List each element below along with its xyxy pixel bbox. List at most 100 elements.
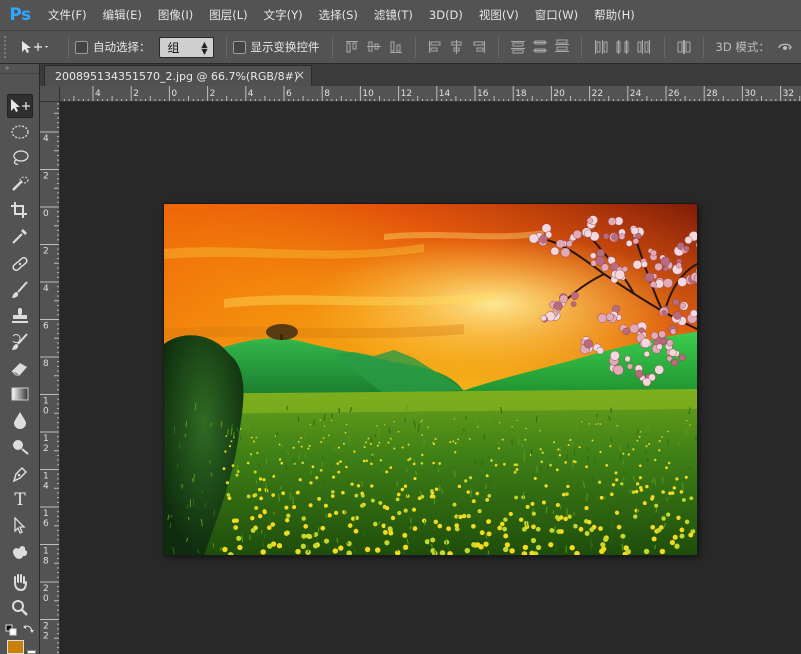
menu-help[interactable]: 帮助(H) <box>586 0 643 31</box>
menu-3d[interactable]: 3D(D) <box>421 0 471 31</box>
align-right-icon[interactable] <box>470 38 488 56</box>
ruler-tick-label: 2 <box>43 444 49 454</box>
clone-stamp-tool[interactable] <box>7 304 33 328</box>
show-transform-label: 显示变换控件 <box>250 40 320 54</box>
separator <box>331 36 333 58</box>
align-hcenter-icon[interactable] <box>448 38 466 56</box>
ruler-tick-label: 2 <box>133 89 139 99</box>
gradient-icon <box>11 387 29 401</box>
auto-align-layers-icon[interactable] <box>675 38 693 56</box>
menu-type[interactable]: 文字(Y) <box>256 0 311 31</box>
dodge-tool[interactable] <box>7 434 33 458</box>
ruler-tick-label: 2 <box>43 247 49 257</box>
align-buttons <box>343 38 405 56</box>
brush-tool[interactable] <box>7 278 33 302</box>
auto-select-dropdown[interactable]: 组 ▲ ▼ <box>158 36 214 58</box>
auto-select-checkbox[interactable] <box>75 40 88 54</box>
ruler-tick-label: 2 <box>43 622 49 632</box>
tools-panel-collapse-icon[interactable]: » <box>0 64 39 74</box>
show-transform-checkbox[interactable] <box>232 40 246 54</box>
path-selection-tool[interactable] <box>7 514 33 538</box>
align-top-icon[interactable] <box>343 38 361 56</box>
ruler-origin[interactable] <box>40 86 60 102</box>
distribute-right-icon[interactable] <box>636 38 654 56</box>
separator <box>702 36 704 58</box>
hand-icon <box>14 574 27 591</box>
separator <box>580 36 582 58</box>
lasso-icon <box>13 150 29 165</box>
ruler-tick-label: 12 <box>401 89 412 99</box>
foreground-color-swatch[interactable] <box>7 640 24 654</box>
crop-tool[interactable] <box>7 198 33 222</box>
menu-image[interactable]: 图像(I) <box>150 0 201 31</box>
distribute-horizontal-buttons <box>592 38 654 56</box>
distribute-hcenter-icon[interactable] <box>614 38 632 56</box>
healing-brush-tool[interactable] <box>7 252 33 276</box>
custom-shape-icon <box>12 546 28 559</box>
distribute-vcenter-icon[interactable] <box>531 38 549 56</box>
menu-file[interactable]: 文件(F) <box>40 0 95 31</box>
gradient-tool[interactable] <box>7 382 33 406</box>
move-tool[interactable] <box>7 94 33 118</box>
ruler-tick-label: 32 <box>783 89 794 99</box>
options-bar: 自动选择： 组 ▲ ▼ 显示变换控件 3D 模式： <box>0 31 801 64</box>
menu-view[interactable]: 视图(V) <box>471 0 527 31</box>
3d-rotate-icon[interactable] <box>776 39 796 55</box>
auto-select-value: 组 <box>167 40 180 55</box>
eraser-tool[interactable] <box>7 356 33 380</box>
distribute-vertical-buttons <box>509 38 571 56</box>
ruler-tick-label: 1 <box>43 434 49 444</box>
lasso-tool[interactable] <box>7 146 33 170</box>
menu-filter[interactable]: 滤镜(T) <box>366 0 421 31</box>
blur-drop-icon <box>14 412 26 429</box>
type-tool[interactable]: T <box>7 488 33 512</box>
3d-mode-label: 3D 模式： <box>715 40 770 54</box>
ruler-tick-label: 2 <box>43 584 49 594</box>
align-bottom-icon[interactable] <box>387 38 405 56</box>
default-colors-icon[interactable] <box>5 624 17 636</box>
distribute-left-icon[interactable] <box>592 38 610 56</box>
close-tab-icon[interactable]: × <box>295 68 305 82</box>
menu-layer[interactable]: 图层(L) <box>201 0 255 31</box>
align-horizontal-buttons <box>426 38 488 56</box>
vertical-ruler[interactable]: 420246810121416182022 <box>40 102 60 654</box>
align-vcenter-icon[interactable] <box>365 38 383 56</box>
separator <box>68 36 69 58</box>
zoom-tool[interactable] <box>7 596 33 620</box>
quick-selection-icon <box>12 176 29 191</box>
eyedropper-tool[interactable] <box>7 224 33 248</box>
bandage-icon <box>12 257 28 271</box>
horizontal-ruler[interactable]: 4 2 0 2 4 6 8 10 12 14 16 18 20 22 24 26 28 30 32 <box>60 86 801 102</box>
history-brush-tool[interactable] <box>7 330 33 354</box>
menu-edit[interactable]: 编辑(E) <box>95 0 150 31</box>
document-tab[interactable]: 200895134351570_2.jpg @ 66.7%(RGB/8#) × <box>44 65 312 86</box>
swap-colors-icon[interactable] <box>22 623 34 635</box>
document-tab-title: 200895134351570_2.jpg @ 66.7%(RGB/8#) <box>55 69 299 83</box>
options-bar-grip[interactable] <box>4 36 12 58</box>
ruler-tick-label: 20 <box>553 89 565 99</box>
distribute-top-icon[interactable] <box>509 38 527 56</box>
quick-selection-tool[interactable] <box>7 172 33 196</box>
hand-tool[interactable] <box>7 570 33 594</box>
align-left-icon[interactable] <box>426 38 444 56</box>
ruler-tick-label: 0 <box>43 594 49 604</box>
landscape-photo <box>164 204 697 555</box>
ruler-tick-label: 1 <box>43 547 49 557</box>
distribute-bottom-icon[interactable] <box>553 38 571 56</box>
ruler-tick-label: 14 <box>439 89 451 99</box>
custom-shape-tool[interactable] <box>7 540 33 564</box>
tool-preset-picker[interactable] <box>20 40 62 54</box>
blur-tool[interactable] <box>7 408 33 432</box>
elliptical-marquee-icon <box>11 125 29 139</box>
background-color-swatch[interactable] <box>27 650 36 654</box>
menu-select[interactable]: 选择(S) <box>311 0 366 31</box>
marquee-tool[interactable] <box>7 120 33 144</box>
eraser-icon <box>11 363 27 376</box>
ruler-tick-label: 4 <box>43 134 49 144</box>
document-image[interactable] <box>164 204 697 555</box>
pen-tool[interactable] <box>7 462 33 486</box>
separator <box>225 36 227 58</box>
canvas-workspace[interactable] <box>61 103 801 654</box>
menu-window[interactable]: 窗口(W) <box>527 0 586 31</box>
ruler-tick-label: 16 <box>477 89 489 99</box>
